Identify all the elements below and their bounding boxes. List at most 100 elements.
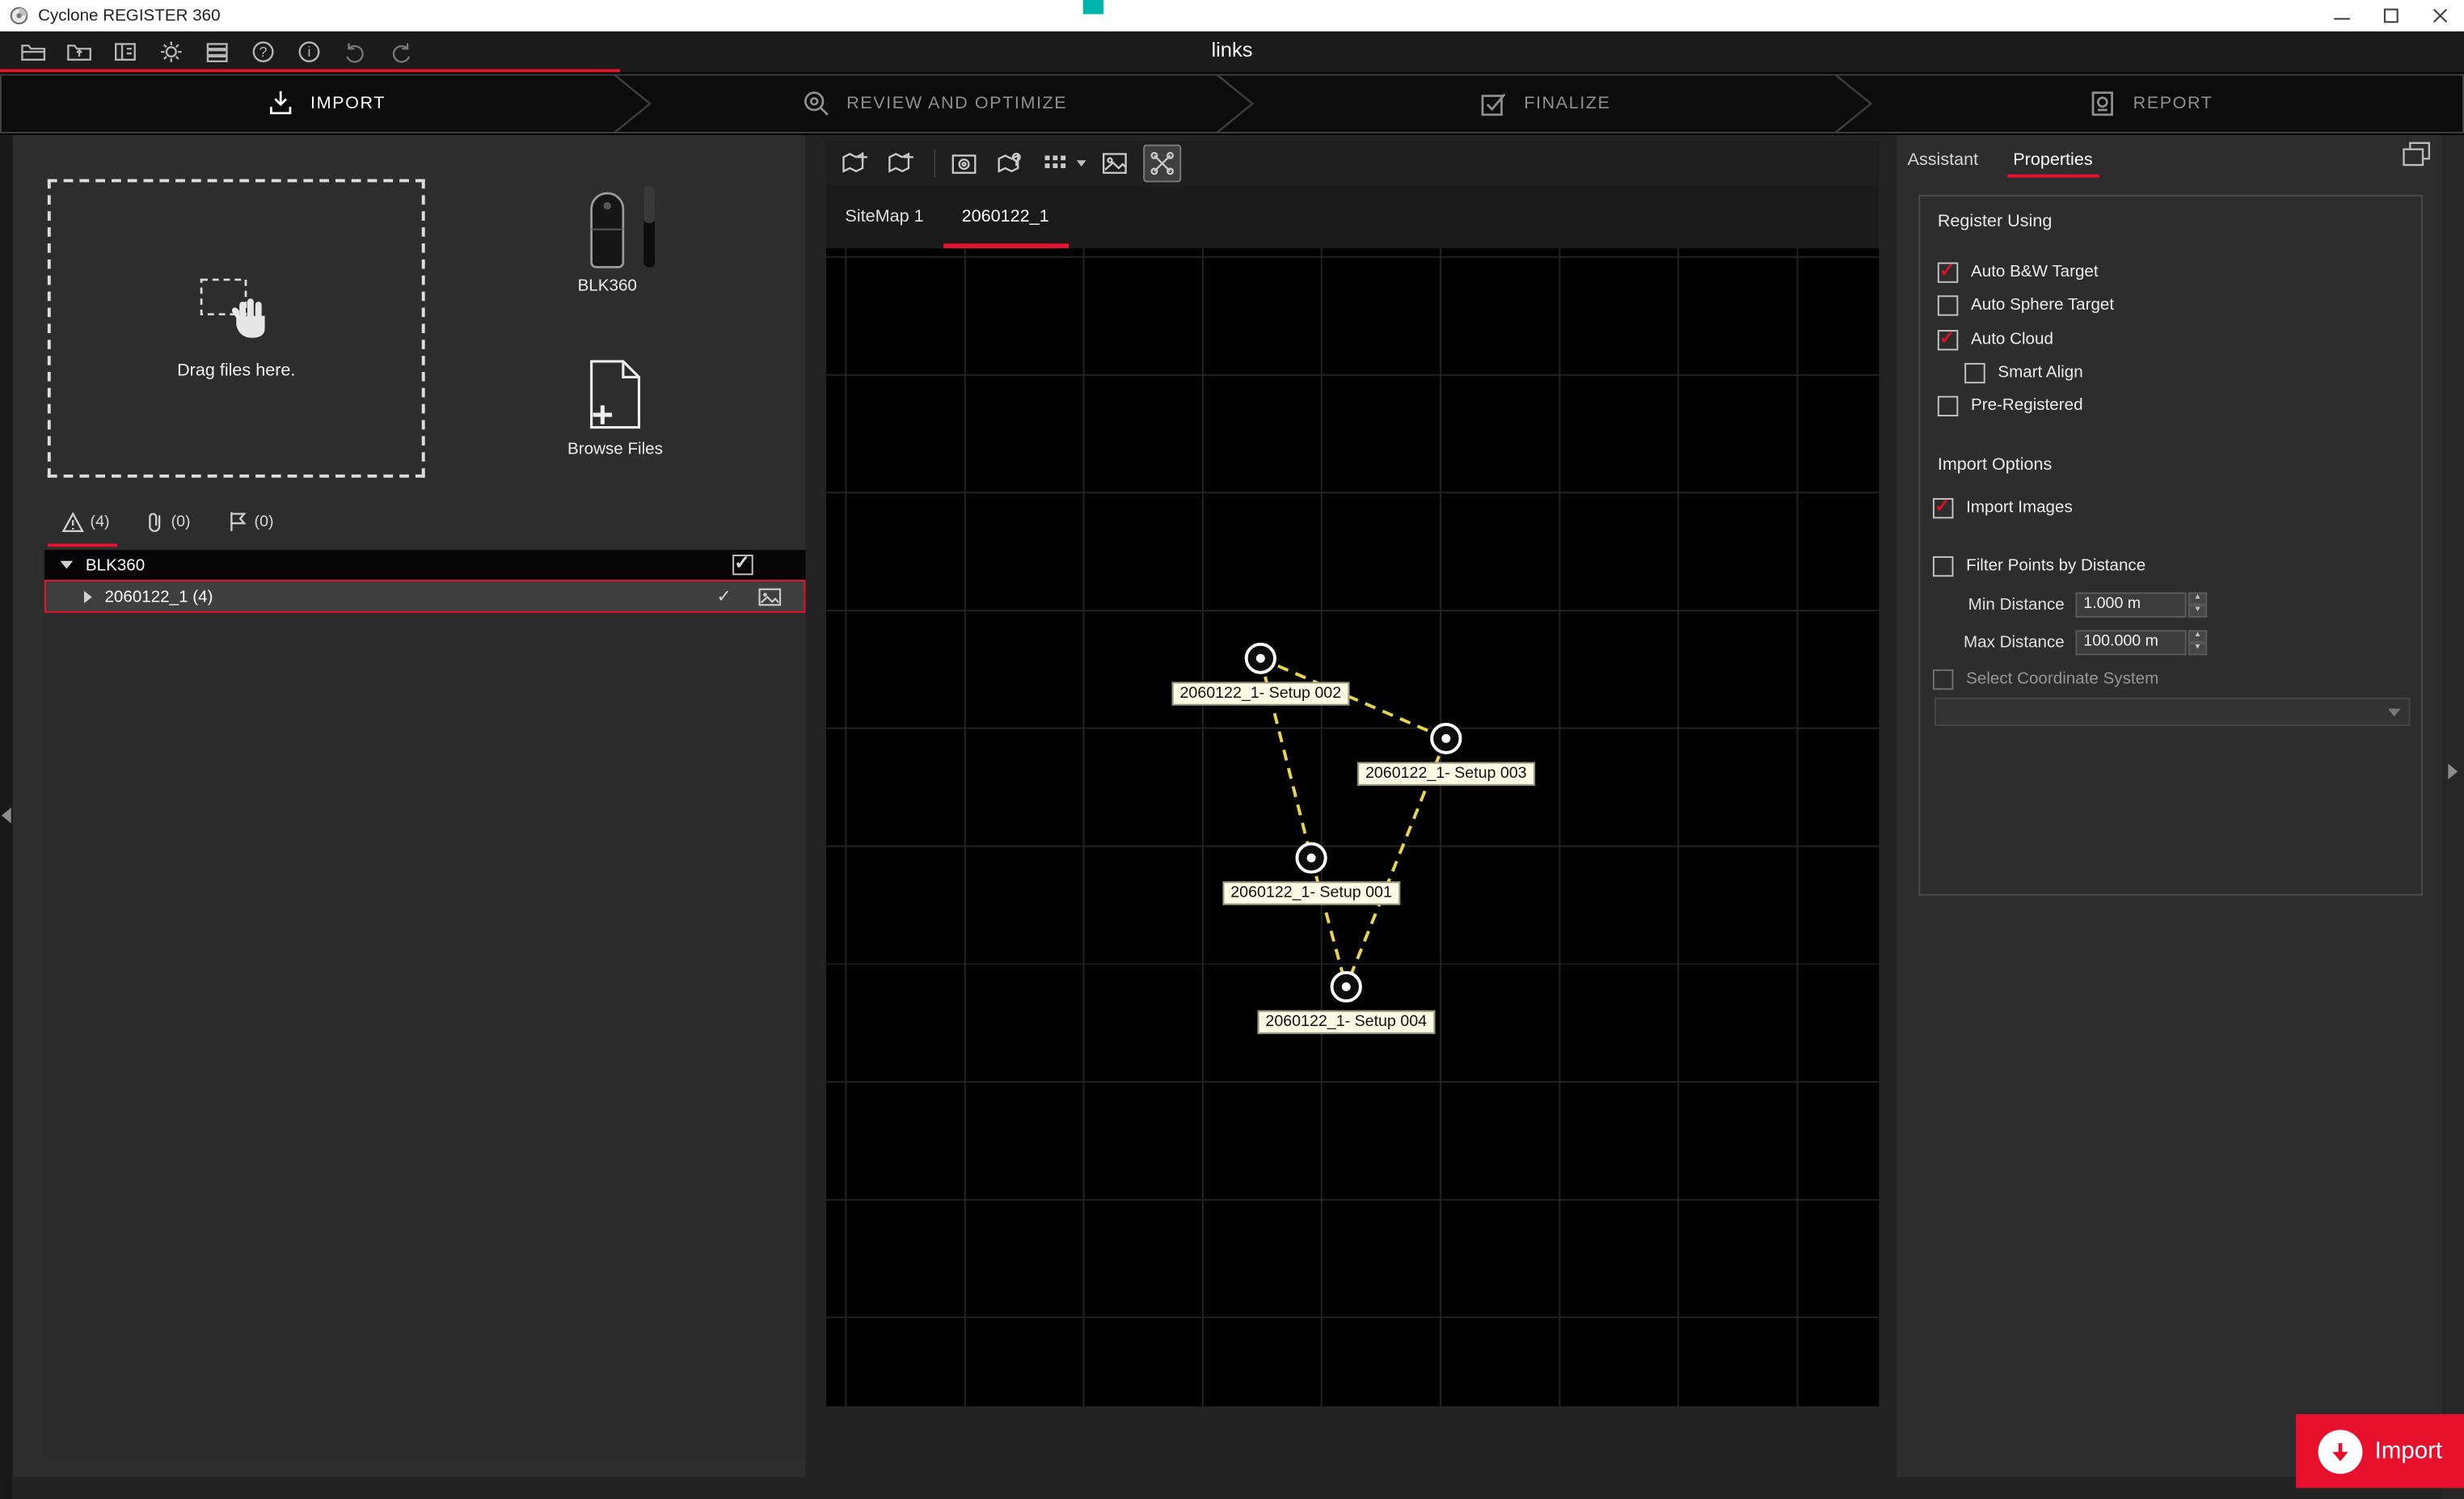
blk360-device-icon[interactable] (584, 188, 631, 270)
max-distance-stepper[interactable] (2188, 629, 2208, 654)
checkbox[interactable] (1933, 497, 1953, 517)
stepper-down-icon[interactable] (2188, 642, 2208, 655)
image-icon (1100, 150, 1129, 178)
setup-point[interactable] (1432, 724, 1460, 753)
tree-root-row[interactable]: BLK360 (44, 550, 805, 580)
right-collapse-strip[interactable] (2442, 135, 2464, 1499)
chevron-right-icon[interactable] (84, 590, 92, 603)
stepper-down-icon[interactable] (2188, 604, 2208, 617)
device-label: BLK360 (558, 277, 656, 295)
sitemap-canvas[interactable]: 2060122_1- Setup 002 2060122_1- Setup 003… (826, 248, 1879, 1406)
grid-snap-button[interactable] (1039, 146, 1074, 181)
workflow-step-report[interactable]: REPORT (1836, 74, 2464, 133)
titlebar-artifact (1083, 0, 1103, 14)
import-progress-line (0, 70, 620, 73)
tab-properties[interactable]: Properties (2006, 148, 2099, 178)
workflow-step-import[interactable]: IMPORT (0, 74, 650, 133)
min-distance-input[interactable]: 1.000 m (2075, 592, 2186, 617)
collapse-left-panel-icon[interactable] (2, 808, 11, 823)
browse-files-label[interactable]: Browse Files (549, 440, 682, 458)
checkbox[interactable] (1933, 555, 1953, 576)
setup-point[interactable] (1297, 844, 1325, 872)
min-distance-row: Min Distance 1.000 m (1938, 591, 2409, 618)
option-label: Auto Cloud (1971, 330, 2053, 348)
option-auto-bw-target[interactable]: Auto B&W Target (1938, 260, 2409, 285)
setup-point[interactable] (1332, 973, 1361, 1001)
right-panel-tabs: Assistant Properties (1901, 148, 2099, 178)
option-filter-points[interactable]: Filter Points by Distance (1933, 553, 2408, 578)
tree-child-check-icon[interactable] (717, 586, 739, 606)
image-preview-icon[interactable] (758, 587, 782, 606)
device-list-scrollbar[interactable] (643, 185, 655, 267)
checkbox[interactable] (1938, 395, 1958, 416)
checkbox (1933, 669, 1953, 689)
app-logo-icon (10, 6, 29, 25)
option-import-images[interactable]: Import Images (1933, 495, 2408, 520)
tree-root-checkbox[interactable] (732, 555, 753, 575)
grid-snap-dropdown-icon[interactable] (1077, 160, 1086, 167)
option-auto-sphere-target[interactable]: Auto Sphere Target (1938, 292, 2409, 317)
checkbox[interactable] (1938, 294, 1958, 315)
checkbox[interactable] (1938, 329, 1958, 349)
tab-issues[interactable]: (4) (44, 496, 127, 547)
expand-right-panel-icon[interactable] (2448, 763, 2458, 779)
coordinate-system-dropdown (1934, 698, 2410, 726)
import-source-panel: Drag files here. BLK360 Browse Files (4) (13, 135, 806, 1477)
option-smart-align[interactable]: Smart Align (1964, 360, 2408, 385)
tab-attachments[interactable]: (0) (127, 496, 209, 547)
image-target-button[interactable] (947, 146, 981, 181)
setup-label[interactable]: 2060122_1- Setup 003 (1357, 762, 1534, 786)
minimize-button[interactable] (2317, 0, 2366, 32)
tab-2060122-1[interactable]: 2060122_1 (943, 185, 1068, 248)
report-doc-icon (2087, 88, 2119, 120)
tab-assistant[interactable]: Assistant (1901, 148, 1985, 178)
left-collapse-strip[interactable] (0, 135, 13, 1499)
option-pre-registered[interactable]: Pre-Registered (1938, 393, 2409, 418)
min-distance-label: Min Distance (1938, 595, 2065, 614)
tree-root-label: BLK360 (86, 555, 145, 574)
option-label: Auto Sphere Target (1971, 295, 2114, 314)
setup-link-line[interactable] (1311, 858, 1346, 986)
chevron-down-icon[interactable] (61, 561, 74, 569)
checkbox[interactable] (1964, 362, 1985, 382)
setup-label[interactable]: 2060122_1- Setup 004 (1258, 1011, 1435, 1034)
links-tool-icon (1148, 150, 1176, 178)
min-distance-stepper[interactable] (2188, 592, 2208, 617)
workflow-step-label: IMPORT (310, 95, 386, 113)
maximize-icon (2381, 6, 2400, 25)
stepper-up-icon[interactable] (2188, 629, 2208, 642)
import-list-tabs: (4) (0) (0) (44, 496, 292, 547)
tree-child-row[interactable]: 2060122_1 (4) (44, 580, 805, 613)
browse-files-icon[interactable] (587, 358, 644, 430)
option-label: Auto B&W Target (1971, 263, 2099, 281)
map-pin-button[interactable] (993, 146, 1027, 181)
image-view-button[interactable] (1097, 146, 1132, 181)
workflow-bar: IMPORT REVIEW AND OPTIMIZE FINALIZE REPO… (0, 72, 2464, 135)
setup-point[interactable] (1247, 644, 1275, 673)
warning-icon (61, 512, 83, 532)
workflow-step-finalize[interactable]: FINALIZE (1217, 74, 1871, 133)
option-auto-cloud[interactable]: Auto Cloud (1938, 327, 2409, 352)
option-label: Smart Align (1998, 363, 2082, 382)
stepper-up-icon[interactable] (2188, 592, 2208, 605)
checkbox[interactable] (1938, 262, 1958, 282)
tab-count: (0) (171, 513, 191, 530)
close-button[interactable] (2415, 0, 2464, 32)
max-distance-input[interactable]: 100.000 m (2075, 629, 2186, 654)
workflow-step-label: REVIEW AND OPTIMIZE (846, 95, 1067, 113)
option-label: Select Coordinate System (1966, 669, 2158, 688)
setup-label[interactable]: 2060122_1- Setup 002 (1172, 682, 1349, 705)
maximize-button[interactable] (2365, 0, 2415, 32)
workflow-step-review[interactable]: REVIEW AND OPTIMIZE (615, 74, 1252, 133)
links-tool-button[interactable] (1143, 145, 1181, 183)
workflow-step-label: REPORT (2133, 95, 2213, 113)
tab-sitemap-1[interactable]: SiteMap 1 (826, 185, 943, 248)
sitemap-add-button[interactable] (838, 146, 872, 181)
setup-label[interactable]: 2060122_1- Setup 001 (1222, 881, 1399, 905)
panel-layout-icon[interactable] (2401, 141, 2432, 168)
import-tree: BLK360 2060122_1 (4) (44, 550, 805, 1458)
file-dropzone[interactable]: Drag files here. (48, 179, 425, 478)
tab-flags[interactable]: (0) (209, 496, 292, 547)
import-button[interactable]: Import (2296, 1414, 2464, 1488)
sitemap-remove-button[interactable] (883, 146, 918, 181)
